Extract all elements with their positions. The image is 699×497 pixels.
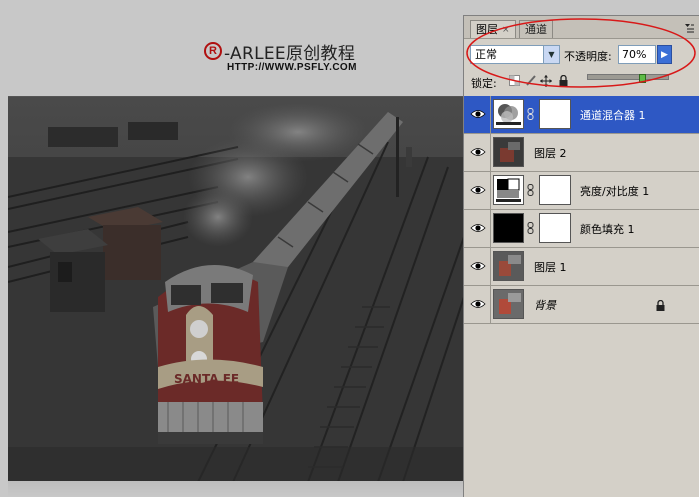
eye-column-divider (490, 172, 491, 209)
layer-mask-thumbnail[interactable] (539, 213, 571, 243)
watermark-title: -ARLEE原创教程 (224, 43, 356, 64)
layer-row-background[interactable]: 背景 (464, 286, 699, 324)
chevron-down-icon[interactable]: ▼ (543, 46, 559, 63)
layer-name: 图层 2 (534, 147, 567, 160)
opacity-input[interactable]: 70% (618, 45, 656, 64)
opacity-slider-track[interactable] (587, 74, 669, 83)
eye-visibility-icon[interactable] (469, 220, 487, 236)
opacity-value: 70% (622, 48, 647, 61)
train-photo: SANTA FE (8, 97, 464, 482)
layers-panel: 图层 × 通道 正常 ▼ 不透明度: 70% ▶ 锁定: 通道混合器 1 图层 … (463, 15, 699, 497)
solid-color-fill-thumbnail (493, 213, 524, 243)
link-chain-icon[interactable] (527, 222, 534, 237)
brightness-contrast-adjustment-icon (493, 175, 524, 205)
eye-visibility-icon[interactable] (469, 296, 487, 312)
eye-column-divider (490, 134, 491, 171)
eye-column-divider (490, 210, 491, 247)
watermark-logo: R -ARLEE原创教程 (204, 40, 356, 64)
layer-name: 亮度/对比度 1 (580, 185, 650, 198)
eye-column-divider (490, 96, 491, 133)
layer-thumbnail (493, 251, 524, 281)
layer-name: 通道混合器 1 (580, 109, 646, 122)
eye-visibility-icon[interactable] (469, 182, 487, 198)
layer-row-brightness-contrast[interactable]: 亮度/对比度 1 (464, 172, 699, 210)
document-canvas-image[interactable]: SANTA FE (8, 96, 464, 482)
layer-mask-thumbnail[interactable] (539, 99, 571, 129)
blend-mode-select[interactable]: 正常 ▼ (470, 45, 560, 64)
lock-label: 锁定: (471, 77, 497, 90)
layer-row-channel-mixer[interactable]: 通道混合器 1 (464, 96, 699, 134)
lock-transparency-icon[interactable] (508, 75, 520, 87)
eye-visibility-icon[interactable] (469, 144, 487, 160)
layer-thumbnail (493, 137, 524, 167)
panel-menu-icon[interactable] (683, 22, 695, 37)
tab-channels-label: 通道 (525, 22, 547, 36)
watermark-url: HTTP://WWW.PSFLY.COM (227, 62, 357, 73)
opacity-label: 不透明度: (564, 50, 612, 63)
layer-thumbnail (493, 289, 524, 319)
lock-icon (655, 297, 667, 311)
layer-name: 颜色填充 1 (580, 223, 635, 236)
opacity-slider-toggle-icon[interactable]: ▶ (657, 45, 672, 64)
opacity-slider-thumb[interactable] (639, 74, 646, 83)
lock-position-move-icon[interactable] (540, 75, 552, 87)
tab-channels[interactable]: 通道 (519, 20, 553, 38)
blend-mode-value: 正常 (475, 48, 497, 61)
layer-name: 图层 1 (534, 261, 567, 274)
channel-mixer-adjustment-icon (493, 99, 524, 129)
lock-row: 锁定: (464, 71, 699, 93)
svg-text:SANTA FE: SANTA FE (174, 372, 239, 386)
layer-row-layer-1[interactable]: 图层 1 (464, 248, 699, 286)
layer-row-layer-2[interactable]: 图层 2 (464, 134, 699, 172)
blend-opacity-row: 正常 ▼ 不透明度: 70% ▶ (464, 42, 699, 68)
layer-row-color-fill[interactable]: 颜色填充 1 (464, 210, 699, 248)
eye-column-divider (490, 248, 491, 285)
eye-visibility-icon[interactable] (469, 258, 487, 274)
layer-list: 通道混合器 1 图层 2 亮度/对比度 1 颜色填充 1 图层 1 背景 (464, 96, 699, 324)
link-chain-icon[interactable] (527, 108, 534, 123)
tab-layers-label: 图层 (476, 22, 498, 36)
tab-close-icon[interactable]: × (502, 21, 510, 39)
link-chain-icon[interactable] (527, 184, 534, 199)
canvas-shadow (8, 481, 464, 497)
registered-mark-icon: R (204, 42, 222, 60)
eye-visibility-icon[interactable] (469, 106, 487, 122)
lock-all-icon[interactable] (557, 74, 569, 87)
layer-name: 背景 (534, 299, 556, 312)
tab-layers[interactable]: 图层 × (470, 20, 516, 38)
lock-pixels-brush-icon[interactable] (524, 75, 536, 87)
layer-mask-thumbnail[interactable] (539, 175, 571, 205)
panel-tab-bar: 图层 × 通道 (464, 16, 699, 39)
eye-column-divider (490, 286, 491, 323)
